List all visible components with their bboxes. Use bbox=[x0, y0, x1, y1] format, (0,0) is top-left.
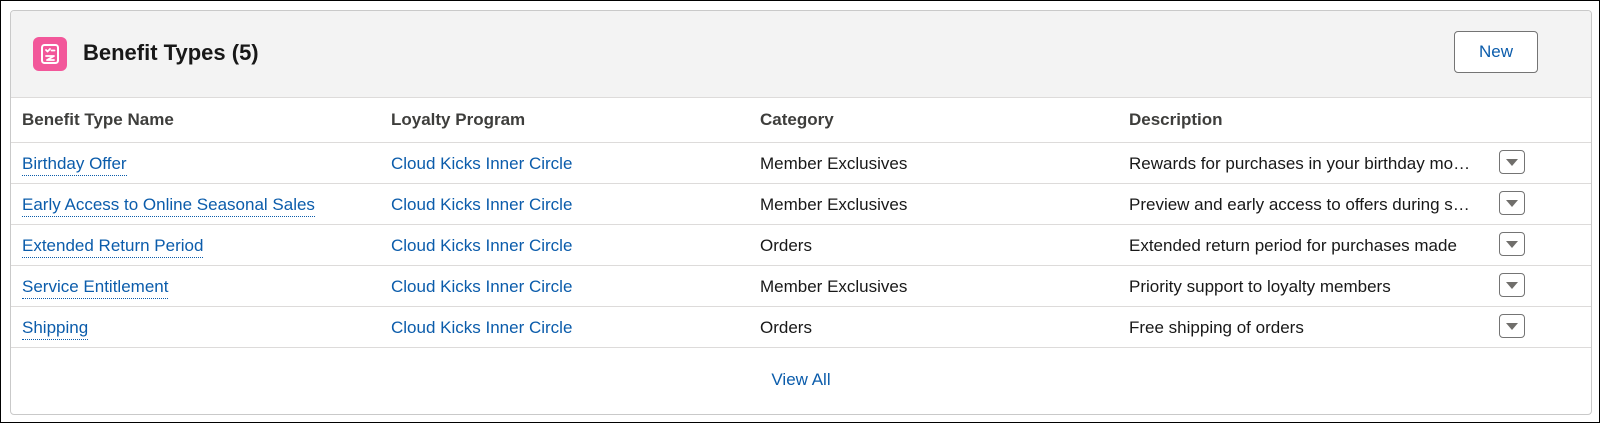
category-cell: Member Exclusives bbox=[760, 195, 908, 214]
chevron-down-icon bbox=[1506, 240, 1518, 248]
table-row: Early Access to Online Seasonal Sales Cl… bbox=[11, 184, 1591, 225]
chevron-down-icon bbox=[1506, 199, 1518, 207]
loyalty-program-link[interactable]: Cloud Kicks Inner Circle bbox=[391, 277, 572, 297]
column-header-description[interactable]: Description bbox=[1129, 110, 1223, 130]
description-cell: Priority support to loyalty members bbox=[1129, 277, 1391, 296]
loyalty-program-link[interactable]: Cloud Kicks Inner Circle bbox=[391, 318, 572, 338]
description-cell: Preview and early access to offers durin… bbox=[1129, 195, 1474, 214]
table-row: Shipping Cloud Kicks Inner Circle Orders… bbox=[11, 307, 1591, 348]
new-button[interactable]: New bbox=[1454, 31, 1538, 73]
benefit-icon bbox=[33, 37, 67, 71]
category-cell: Member Exclusives bbox=[760, 154, 908, 173]
benefit-type-name-link[interactable]: Birthday Offer bbox=[22, 154, 127, 176]
view-all-link[interactable]: View All bbox=[771, 370, 830, 390]
description-cell: Free shipping of orders bbox=[1129, 318, 1304, 337]
benefit-types-card: Benefit Types (5) New Benefit Type Name … bbox=[10, 10, 1592, 415]
row-actions-button[interactable] bbox=[1499, 273, 1525, 297]
loyalty-program-link[interactable]: Cloud Kicks Inner Circle bbox=[391, 195, 572, 215]
loyalty-program-link[interactable]: Cloud Kicks Inner Circle bbox=[391, 154, 572, 174]
card-title: Benefit Types (5) bbox=[83, 40, 259, 65]
description-cell: Extended return period for purchases mad… bbox=[1129, 236, 1457, 255]
column-header-category[interactable]: Category bbox=[760, 110, 834, 130]
table-header: Benefit Type Name Loyalty Program Catego… bbox=[11, 97, 1591, 143]
row-actions-button[interactable] bbox=[1499, 150, 1525, 174]
benefit-type-name-link[interactable]: Early Access to Online Seasonal Sales bbox=[22, 195, 315, 217]
row-actions-button[interactable] bbox=[1499, 191, 1525, 215]
benefit-type-name-link[interactable]: Service Entitlement bbox=[22, 277, 169, 299]
table-row: Service Entitlement Cloud Kicks Inner Ci… bbox=[11, 266, 1591, 307]
page-frame: Benefit Types (5) New Benefit Type Name … bbox=[0, 0, 1600, 423]
column-header-loyalty-program[interactable]: Loyalty Program bbox=[391, 110, 525, 130]
table-row: Birthday Offer Cloud Kicks Inner Circle … bbox=[11, 143, 1591, 184]
loyalty-program-link[interactable]: Cloud Kicks Inner Circle bbox=[391, 236, 572, 256]
category-cell: Orders bbox=[760, 318, 812, 337]
description-cell: Rewards for purchases in your birthday m… bbox=[1129, 154, 1474, 173]
row-actions-button[interactable] bbox=[1499, 314, 1525, 338]
row-actions-button[interactable] bbox=[1499, 232, 1525, 256]
benefit-type-name-link[interactable]: Shipping bbox=[22, 318, 89, 340]
benefit-type-name-link[interactable]: Extended Return Period bbox=[22, 236, 204, 258]
column-header-benefit-type-name[interactable]: Benefit Type Name bbox=[22, 110, 174, 130]
chevron-down-icon bbox=[1506, 322, 1518, 330]
category-cell: Member Exclusives bbox=[760, 277, 908, 296]
card-header: Benefit Types (5) New bbox=[11, 11, 1591, 98]
chevron-down-icon bbox=[1506, 281, 1518, 289]
card-footer: View All bbox=[11, 347, 1591, 414]
category-cell: Orders bbox=[760, 236, 812, 255]
table-row: Extended Return Period Cloud Kicks Inner… bbox=[11, 225, 1591, 266]
chevron-down-icon bbox=[1506, 158, 1518, 166]
